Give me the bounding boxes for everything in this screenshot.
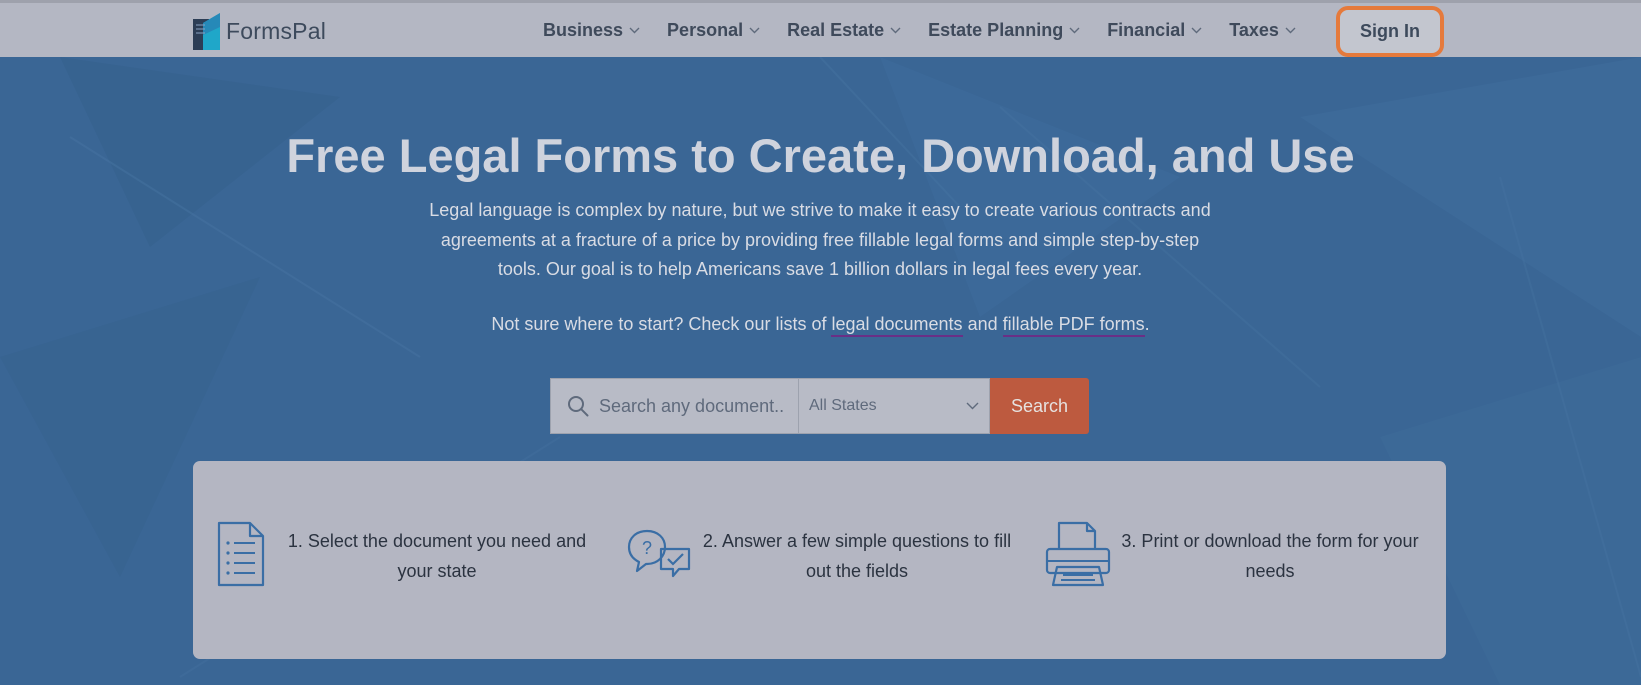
nav-item-real-estate[interactable]: Real Estate: [787, 20, 901, 41]
nav-item-label: Business: [543, 19, 624, 40]
document-search-form: All States Search: [550, 378, 1089, 434]
legal-documents-link[interactable]: legal documents: [831, 314, 963, 337]
nav-item-business[interactable]: Business: [543, 20, 640, 41]
chevron-down-icon: [1191, 27, 1202, 33]
step-3-text: 3. Print or download the form for your n…: [1121, 531, 1419, 581]
formspal-logo-icon: [193, 12, 220, 50]
nav-item-label: Personal: [667, 19, 744, 40]
fillable-pdf-forms-link[interactable]: fillable PDF forms: [1002, 314, 1145, 337]
links-prefix-text: Not sure where to start? Check our lists…: [491, 314, 832, 334]
how-it-works-card: 1. Select the document you need and your…: [193, 461, 1446, 659]
chevron-down-icon: [890, 27, 901, 33]
step-2-text: 2. Answer a few simple questions to fill…: [702, 531, 1012, 581]
chevron-down-icon: [749, 27, 760, 33]
nav-item-label: Financial: [1107, 19, 1186, 40]
search-field: [550, 378, 798, 434]
search-button[interactable]: Search: [990, 378, 1089, 434]
question-chat-icon: ?: [627, 529, 691, 578]
brand-name: FormsPal: [226, 17, 327, 44]
chevron-down-icon: [1069, 27, 1080, 33]
step-select-document: 1. Select the document you need and your…: [217, 521, 597, 611]
state-select-value: All States: [809, 397, 877, 414]
search-icon: [568, 396, 589, 417]
sign-in-button[interactable]: Sign In: [1336, 6, 1444, 57]
nav-item-label: Estate Planning: [928, 19, 1064, 40]
document-list-icon: [217, 521, 265, 587]
nav-item-personal[interactable]: Personal: [667, 20, 760, 41]
chevron-down-icon: [629, 27, 640, 33]
step-1-text: 1. Select the document you need and your…: [287, 531, 587, 581]
chevron-down-icon: [1285, 27, 1296, 33]
nav-item-taxes[interactable]: Taxes: [1229, 20, 1296, 41]
top-navigation-bar: FormsPal Business Personal Real Estate E…: [0, 0, 1641, 57]
nav-item-financial[interactable]: Financial: [1107, 20, 1202, 41]
step-print-download: 3. Print or download the form for your n…: [1045, 521, 1425, 611]
links-suffix-text: .: [1144, 314, 1150, 334]
svg-text:?: ?: [642, 538, 652, 558]
links-and-text: and: [962, 314, 1003, 334]
nav-item-label: Taxes: [1229, 19, 1279, 40]
printer-icon: [1045, 521, 1111, 587]
main-nav: Business Personal Real Estate Estate Pla…: [543, 3, 1323, 57]
nav-item-estate-planning[interactable]: Estate Planning: [928, 20, 1080, 41]
page-title: Free Legal Forms to Create, Download, an…: [286, 129, 1355, 182]
hero-links-line: Not sure where to start? Check our lists…: [0, 314, 1641, 337]
chevron-down-icon: [966, 402, 979, 410]
state-select[interactable]: All States: [798, 378, 990, 434]
brand-logo[interactable]: FormsPal: [193, 11, 326, 51]
hero-description: Legal language is complex by nature, but…: [429, 200, 1211, 279]
nav-item-label: Real Estate: [787, 19, 885, 40]
search-input[interactable]: [599, 395, 789, 417]
step-answer-questions: ? 2. Answer a few simple questions to fi…: [627, 521, 1011, 611]
